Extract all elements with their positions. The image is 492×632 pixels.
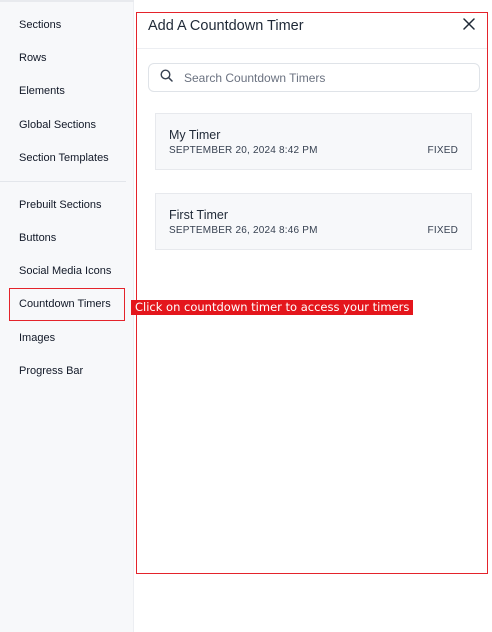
sidebar-divider <box>0 181 126 182</box>
sidebar-top-divider <box>0 0 134 2</box>
timer-date: SEPTEMBER 26, 2024 8:46 PM <box>169 225 318 236</box>
countdown-timer-panel: Add A Countdown Timer My Timer SEPTEMBER… <box>136 12 488 574</box>
sidebar-item-label: Buttons <box>19 232 57 244</box>
close-icon <box>463 17 475 35</box>
close-button[interactable] <box>459 16 479 36</box>
sidebar-item-sections[interactable]: Sections <box>0 15 134 35</box>
sidebar-item-label: Progress Bar <box>19 365 84 377</box>
sidebar-item-label: Social Media Icons <box>19 265 112 277</box>
timer-name: My Timer <box>169 128 221 142</box>
sidebar-item-prebuilt-sections[interactable]: Prebuilt Sections <box>0 195 134 215</box>
timer-type: FIXED <box>427 145 458 156</box>
timer-date: SEPTEMBER 20, 2024 8:42 PM <box>169 145 318 156</box>
sidebar: Sections Rows Elements Global Sections S… <box>0 0 134 632</box>
panel-title: Add A Countdown Timer <box>148 18 304 34</box>
sidebar-item-global-sections[interactable]: Global Sections <box>0 115 134 135</box>
sidebar-item-progress-bar[interactable]: Progress Bar <box>0 361 134 381</box>
sidebar-item-label: Global Sections <box>19 119 97 131</box>
sidebar-item-label: Prebuilt Sections <box>19 199 102 211</box>
timer-type: FIXED <box>427 225 458 236</box>
search-icon <box>160 68 173 87</box>
timer-name: First Timer <box>169 208 229 222</box>
sidebar-item-label: Rows <box>19 52 47 64</box>
sidebar-item-buttons[interactable]: Buttons <box>0 228 134 248</box>
sidebar-item-social-media-icons[interactable]: Social Media Icons <box>0 261 134 281</box>
sidebar-item-label: Countdown Timers <box>19 298 111 310</box>
annotation-callout: Click on countdown timer to access your … <box>131 300 414 315</box>
search-input[interactable] <box>182 69 456 86</box>
sidebar-item-label: Elements <box>19 85 65 97</box>
panel-header: Add A Countdown Timer <box>137 13 487 49</box>
sidebar-item-label: Images <box>19 332 56 344</box>
sidebar-item-countdown-timers[interactable]: Countdown Timers <box>0 294 134 314</box>
sidebar-item-label: Section Templates <box>19 152 109 164</box>
sidebar-item-section-templates[interactable]: Section Templates <box>0 148 134 168</box>
timer-card[interactable]: First Timer SEPTEMBER 26, 2024 8:46 PM F… <box>155 193 472 250</box>
sidebar-item-label: Sections <box>19 19 62 31</box>
sidebar-item-images[interactable]: Images <box>0 328 134 348</box>
timer-card[interactable]: My Timer SEPTEMBER 20, 2024 8:42 PM FIXE… <box>155 113 472 170</box>
sidebar-item-rows[interactable]: Rows <box>0 48 134 68</box>
search-box[interactable] <box>148 63 480 92</box>
sidebar-item-elements[interactable]: Elements <box>0 81 134 101</box>
